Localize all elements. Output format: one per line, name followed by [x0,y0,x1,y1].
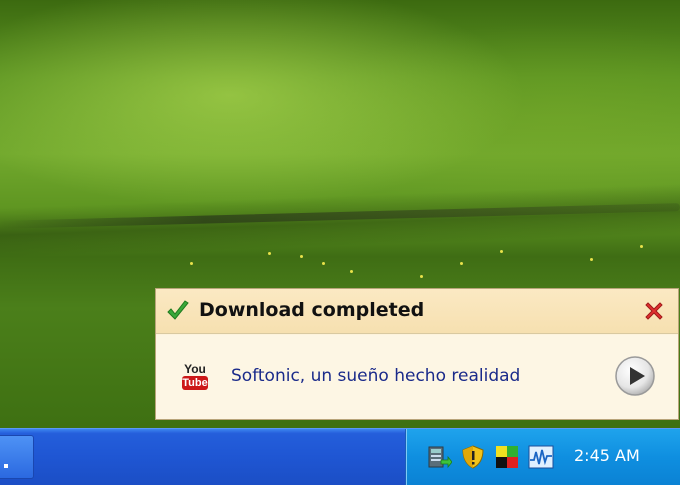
wallpaper-flower [350,270,353,273]
taskbar-button-glyph [4,464,8,468]
wallpaper-flower [590,258,593,261]
wallpaper-flower [300,255,303,258]
play-icon[interactable] [614,355,656,397]
download-notification-popup[interactable]: Download completed You Tube Softonic, un… [155,288,679,420]
notification-body: You Tube Softonic, un sueño hecho realid… [156,335,678,419]
wallpaper-flower [460,262,463,265]
checkmark-icon [167,300,189,320]
download-manager-icon[interactable] [426,444,452,470]
taskbar: 2:45 AM [0,428,680,485]
taskbar-clock[interactable]: 2:45 AM [574,446,640,465]
close-icon[interactable] [642,299,666,323]
wallpaper-flower [190,262,193,265]
notification-title: Download completed [199,299,425,321]
system-tray: 2:45 AM [405,429,680,485]
downloaded-file-name[interactable]: Softonic, un sueño hecho realidad [231,366,520,386]
security-shield-icon[interactable] [460,444,486,470]
notification-header: Download completed [156,289,678,334]
taskbar-window-button[interactable] [0,435,34,479]
wallpaper-flower [500,250,503,253]
youtube-icon: You Tube [182,362,208,390]
wallpaper-flower [640,245,643,248]
wallpaper-flower [322,262,325,265]
network-activity-icon[interactable] [528,444,554,470]
color-squares-icon[interactable] [494,444,520,470]
wallpaper-flower [420,275,423,278]
wallpaper-flower [268,252,271,255]
